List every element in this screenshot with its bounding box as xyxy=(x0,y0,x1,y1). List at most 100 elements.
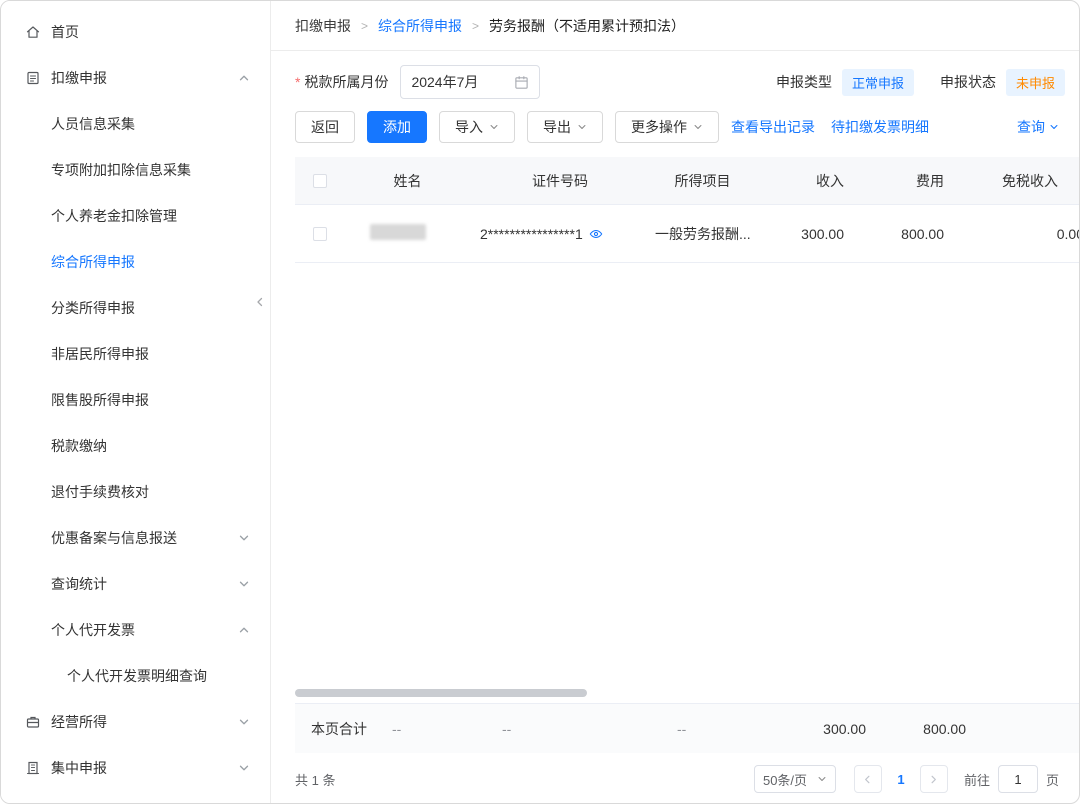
chevron-left-icon xyxy=(254,296,266,308)
income-item-value: 一般劳务报酬... xyxy=(650,224,755,244)
sidebar-item-query-statistics[interactable]: 查询统计 xyxy=(1,561,270,607)
column-header-income-item: 所得项目 xyxy=(650,171,755,191)
page-size-select[interactable]: 50条/页 xyxy=(754,765,836,793)
sidebar-item-label: 人员信息采集 xyxy=(51,114,135,134)
sidebar-item-label: 分类所得申报 xyxy=(51,298,135,318)
select-all-checkbox[interactable] xyxy=(313,174,327,188)
home-icon xyxy=(25,24,41,40)
sidebar-item-label: 查询统计 xyxy=(51,574,107,594)
table-header-row: 姓名 证件号码 所得项目 收入 费用 免税收入 xyxy=(295,157,1079,205)
breadcrumb: 扣缴申报 > 综合所得申报 > 劳务报酬（不适用累计预扣法） xyxy=(271,1,1079,51)
sidebar-item-special-deduction-info[interactable]: 专项附加扣除信息采集 xyxy=(1,147,270,193)
column-header-id-number: 证件号码 xyxy=(470,171,650,191)
chevron-down-icon xyxy=(238,762,250,774)
page-title: 劳务报酬（不适用累计预扣法） xyxy=(489,16,685,36)
sidebar-item-label: 个人养老金扣除管理 xyxy=(51,206,177,226)
sidebar-item-label: 退付手续费核对 xyxy=(51,482,149,502)
table-empty-space xyxy=(295,263,1079,703)
content-area: * 税款所属月份 申报类型 正常申报 申报状态 未申报 返回 添加 导入 xyxy=(271,51,1079,803)
reveal-id-icon[interactable] xyxy=(589,227,603,241)
row-checkbox[interactable] xyxy=(313,227,327,241)
filter-bar: * 税款所属月份 申报类型 正常申报 申报状态 未申报 xyxy=(295,65,1079,99)
sidebar-item-refund-fee-check[interactable]: 退付手续费核对 xyxy=(1,469,270,515)
pending-withholding-invoice-link[interactable]: 待扣缴发票明细 xyxy=(831,117,929,137)
sidebar-item-label: 个人代开发票明细查询 xyxy=(67,666,207,686)
column-header-name: 姓名 xyxy=(345,171,470,191)
declare-status-label: 申报状态 xyxy=(940,72,996,92)
view-export-records-link[interactable]: 查看导出记录 xyxy=(731,117,815,137)
column-header-fee: 费用 xyxy=(860,171,960,191)
sidebar-item-home[interactable]: 首页 xyxy=(1,9,270,55)
summary-tax-free-income: 0.00 xyxy=(982,721,1079,737)
summary-income: 300.00 xyxy=(777,721,882,737)
prev-page-button[interactable] xyxy=(854,765,882,793)
back-button[interactable]: 返回 xyxy=(295,111,355,143)
sidebar-item-label: 税款缴纳 xyxy=(51,436,107,456)
summary-name: -- xyxy=(367,721,492,737)
chevron-down-icon xyxy=(238,716,250,728)
more-actions-button[interactable]: 更多操作 xyxy=(615,111,719,143)
summary-fee: 800.00 xyxy=(882,721,982,737)
required-mark: * xyxy=(295,74,300,90)
id-number-value: 2****************1 xyxy=(480,226,583,242)
sidebar-item-comprehensive-income[interactable]: 综合所得申报 xyxy=(1,239,270,285)
query-link[interactable]: 查询 xyxy=(1017,117,1059,137)
sidebar-item-label: 限售股所得申报 xyxy=(51,390,149,410)
chevron-down-icon xyxy=(693,122,703,132)
breadcrumb-item-withholding[interactable]: 扣缴申报 xyxy=(295,16,351,36)
sidebar-item-label: 集中申报 xyxy=(51,758,107,778)
tax-month-label: 税款所属月份 xyxy=(304,72,388,92)
chevron-down-icon xyxy=(238,532,250,544)
add-button[interactable]: 添加 xyxy=(367,111,427,143)
toolbar: 返回 添加 导入 导出 更多操作 查看导出记录 待扣缴发票明细 查询 xyxy=(295,111,1079,143)
table-row[interactable]: 2****************1 一般劳务报酬... 300.00 800.… xyxy=(295,205,1079,263)
withholding-declaration-icon xyxy=(25,70,41,86)
export-button[interactable]: 导出 xyxy=(527,111,603,143)
chevron-down-icon xyxy=(238,578,250,590)
breadcrumb-item-comprehensive-income[interactable]: 综合所得申报 xyxy=(378,16,462,36)
sidebar-item-classified-income[interactable]: 分类所得申报 xyxy=(1,285,270,331)
chevron-up-icon xyxy=(238,624,250,636)
sidebar-item-restricted-shares[interactable]: 限售股所得申报 xyxy=(1,377,270,423)
goto-page-input[interactable] xyxy=(998,765,1038,793)
main-panel: 扣缴申报 > 综合所得申报 > 劳务报酬（不适用累计预扣法） * 税款所属月份 … xyxy=(271,1,1079,803)
chevron-down-icon xyxy=(577,122,587,132)
sidebar-item-preferential-filing[interactable]: 优惠备案与信息报送 xyxy=(1,515,270,561)
tax-month-picker[interactable] xyxy=(400,65,540,99)
app-window: 首页 扣缴申报 人员信息采集 专项附加扣除信息采集 个人养老金扣除管理 综合所得… xyxy=(0,0,1080,804)
import-button[interactable]: 导入 xyxy=(439,111,515,143)
sidebar-item-label: 经营所得 xyxy=(51,712,107,732)
fee-value: 800.00 xyxy=(860,226,960,242)
sidebar-item-label: 扣缴申报 xyxy=(51,68,107,88)
redacted-name xyxy=(370,224,426,240)
next-page-button[interactable] xyxy=(920,765,948,793)
summary-income-item: -- xyxy=(672,721,777,737)
sidebar-item-label: 首页 xyxy=(51,22,79,42)
sidebar-item-business-income[interactable]: 经营所得 xyxy=(1,699,270,745)
sidebar-item-personal-invoice[interactable]: 个人代开发票 xyxy=(1,607,270,653)
page-size-value: 50条/页 xyxy=(763,770,807,789)
more-actions-button-label: 更多操作 xyxy=(631,117,687,137)
horizontal-scrollbar[interactable] xyxy=(295,689,587,697)
sidebar-item-nonresident-income[interactable]: 非居民所得申报 xyxy=(1,331,270,377)
centralized-declaration-icon xyxy=(25,760,41,776)
current-page[interactable]: 1 xyxy=(888,772,914,787)
tax-month-input[interactable] xyxy=(411,74,514,90)
sidebar-item-centralized-declaration[interactable]: 集中申报 xyxy=(1,745,270,791)
sidebar-item-pension-deduction[interactable]: 个人养老金扣除管理 xyxy=(1,193,270,239)
chevron-up-icon xyxy=(238,72,250,84)
sidebar-item-withholding-declaration[interactable]: 扣缴申报 xyxy=(1,55,270,101)
sidebar-item-personnel-info[interactable]: 人员信息采集 xyxy=(1,101,270,147)
summary-id-number: -- xyxy=(492,721,672,737)
chevron-down-icon xyxy=(489,122,499,132)
sidebar-item-label: 优惠备案与信息报送 xyxy=(51,528,177,548)
export-button-label: 导出 xyxy=(543,117,571,137)
declare-type-badge: 正常申报 xyxy=(842,69,914,96)
sidebar-item-label: 非居民所得申报 xyxy=(51,344,149,364)
sidebar-item-personal-invoice-detail-query[interactable]: 个人代开发票明细查询 xyxy=(1,653,270,699)
calendar-icon xyxy=(514,75,529,90)
sidebar-collapse-handle[interactable] xyxy=(252,287,268,317)
total-count: 共 1 条 xyxy=(295,770,335,789)
query-link-label: 查询 xyxy=(1017,117,1045,137)
sidebar-item-tax-payment[interactable]: 税款缴纳 xyxy=(1,423,270,469)
